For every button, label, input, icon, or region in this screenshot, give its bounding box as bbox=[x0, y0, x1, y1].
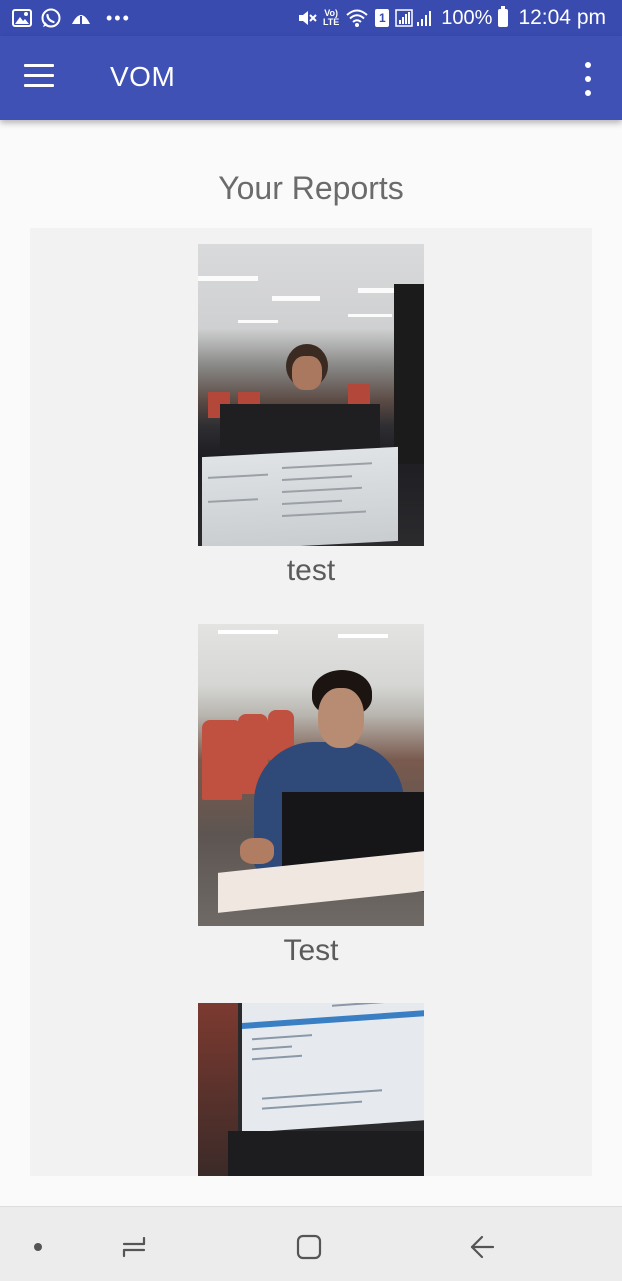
battery-percent: 100% bbox=[441, 6, 493, 29]
navigation-bar bbox=[0, 1206, 622, 1281]
volte-indicator: Vo) LTE bbox=[323, 9, 339, 27]
status-right-icons: Vo) LTE 1 100% 12:04 pm bbox=[297, 4, 606, 32]
status-bar: ••• Vo) LTE 1 100% 12:04 pm bbox=[0, 0, 622, 36]
page-title: Your Reports bbox=[218, 170, 404, 206]
report-label[interactable]: test bbox=[30, 554, 592, 588]
nav-dot-icon[interactable] bbox=[18, 1227, 58, 1267]
battery-icon bbox=[498, 6, 509, 27]
volte-bottom-text: LTE bbox=[322, 17, 340, 27]
signal-icon bbox=[395, 9, 432, 27]
status-time: 12:04 pm bbox=[518, 6, 606, 29]
reports-list[interactable]: test Test bbox=[30, 228, 592, 1176]
gallery-icon bbox=[12, 9, 32, 27]
app-bar: VOM bbox=[0, 36, 622, 120]
home-icon[interactable] bbox=[289, 1227, 329, 1267]
overflow-menu-icon[interactable] bbox=[574, 62, 602, 96]
report-item[interactable] bbox=[30, 1003, 592, 1176]
report-label[interactable]: Test bbox=[30, 934, 592, 968]
wifi-icon bbox=[346, 9, 368, 27]
app-title: VOM bbox=[110, 61, 176, 92]
recents-icon[interactable] bbox=[114, 1227, 154, 1267]
weather-icon bbox=[72, 15, 90, 26]
report-item[interactable]: Test bbox=[30, 624, 592, 984]
report-photo[interactable] bbox=[198, 1003, 424, 1176]
report-photo[interactable] bbox=[198, 244, 424, 546]
sim-indicator: 1 bbox=[375, 9, 390, 27]
back-icon[interactable] bbox=[462, 1227, 502, 1267]
status-left-icons: ••• bbox=[12, 6, 131, 30]
mute-icon bbox=[298, 11, 317, 25]
more-notifications: ••• bbox=[106, 7, 131, 28]
report-item[interactable]: test bbox=[30, 244, 592, 604]
report-photo[interactable] bbox=[198, 624, 424, 926]
whatsapp-icon bbox=[41, 8, 61, 28]
menu-icon[interactable] bbox=[24, 64, 60, 92]
